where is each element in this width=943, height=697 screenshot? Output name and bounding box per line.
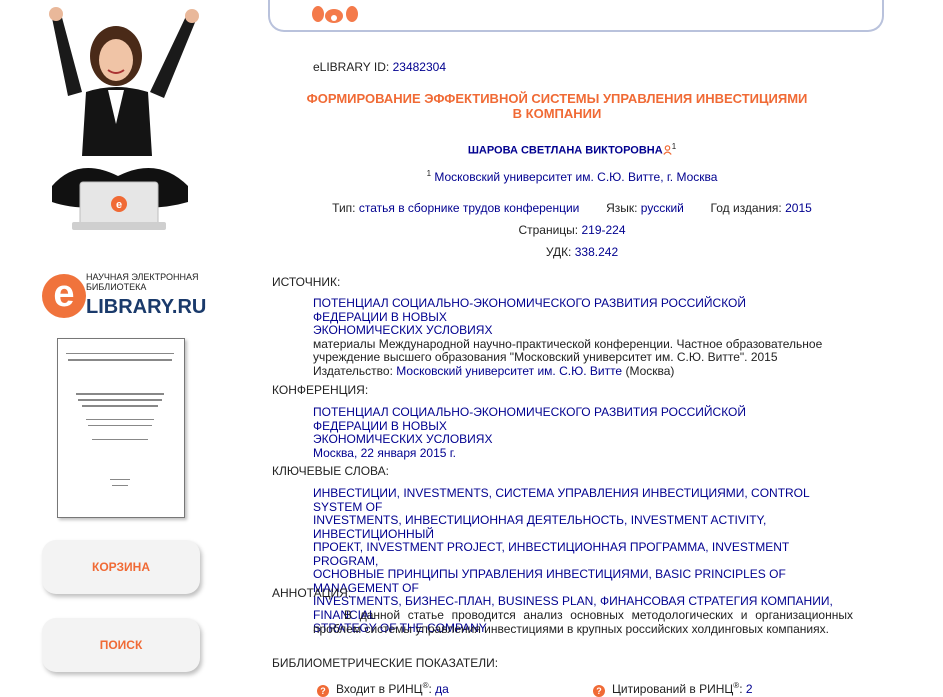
citations-colon: : <box>739 682 743 696</box>
annotation-heading: АННОТАЦИЯ: <box>272 586 352 600</box>
conference-heading: КОНФЕРЕНЦИЯ: <box>272 383 369 397</box>
affiliation-line: 1 Московский университет им. С.Ю. Витте,… <box>272 169 872 184</box>
keywords-heading: КЛЮЧЕВЫЕ СЛОВА: <box>272 464 389 478</box>
pages-line: Страницы: 219-224 <box>272 223 872 237</box>
logo-brand: LIBRARY.RU <box>86 296 207 318</box>
help-icon[interactable]: ? <box>317 685 329 697</box>
source-heading: ИСТОЧНИК: <box>272 275 341 289</box>
flower-icon <box>312 6 358 23</box>
top-banner <box>268 0 884 32</box>
article-meta: Тип: статья в сборнике трудов конференци… <box>272 201 872 215</box>
keywords-line: ПРОЕКТ, INVESTMENT PROJECT, ИНВЕСТИЦИОНН… <box>313 540 790 568</box>
conference-title-line: ПОТЕНЦИАЛ СОЦИАЛЬНО-ЭКОНОМИЧЕСКОГО РАЗВИ… <box>313 405 747 433</box>
conference-title[interactable]: ПОТЕНЦИАЛ СОЦИАЛЬНО-ЭКОНОМИЧЕСКОГО РАЗВИ… <box>313 405 823 447</box>
conference-title-line: ЭКОНОМИЧЕСКИХ УСЛОВИЯХ <box>313 432 493 446</box>
source-title-line: ПОТЕНЦИАЛ СОЦИАЛЬНО-ЭКОНОМИЧЕСКОГО РАЗВИ… <box>313 296 747 324</box>
elibrary-logo[interactable]: e НАУЧНАЯ ЭЛЕКТРОННАЯ БИБЛИОТЕКА LIBRARY… <box>42 270 212 320</box>
publisher-link[interactable]: Московский университет им. С.Ю. Витте <box>396 364 622 378</box>
logo-tagline: НАУЧНАЯ ЭЛЕКТРОННАЯ БИБЛИОТЕКА <box>86 272 199 292</box>
source-description-line: материалы Международной научно-практичес… <box>313 336 823 351</box>
article-title-line: ФОРМИРОВАНИЕ ЭФФЕКТИВНОЙ СИСТЕМЫ УПРАВЛЕ… <box>306 91 808 106</box>
elibrary-id-label: eLIBRARY ID: <box>313 60 390 74</box>
affiliation-link[interactable]: Московский университет им. С.Ю. Витте, г… <box>434 170 717 184</box>
person-icon[interactable] <box>663 144 672 155</box>
logo-e-mark: e <box>42 274 86 318</box>
publisher-city: (Москва) <box>625 363 675 378</box>
language-value: русский <box>640 201 684 215</box>
language-label: Язык: <box>606 201 638 215</box>
author-line: ШАРОВА СВЕТЛАНА ВИКТОРОВНА 1 <box>272 142 872 157</box>
author-affiliation-index: 1 <box>671 142 677 151</box>
rinc-label: Входит в РИНЦ <box>336 682 423 696</box>
conference-block: ПОТЕНЦИАЛ СОЦИАЛЬНО-ЭКОНОМИЧЕСКОГО РАЗВИ… <box>313 405 823 460</box>
rinc-colon: : <box>428 682 432 696</box>
left-sidebar: e e НАУЧНАЯ ЭЛЕКТРОННАЯ БИБЛИОТЕКА LIBRA… <box>0 0 240 695</box>
type-value: статья в сборнике трудов конференции <box>358 201 580 215</box>
book-cover-thumbnail[interactable] <box>57 338 185 518</box>
search-button[interactable]: ПОИСК <box>42 618 200 672</box>
publisher-label: Издательство: <box>313 363 393 378</box>
article-title: ФОРМИРОВАНИЕ ЭФФЕКТИВНОЙ СИСТЕМЫ УПРАВЛЕ… <box>272 91 842 121</box>
bibliometrics-heading: БИБЛИОМЕТРИЧЕСКИЕ ПОКАЗАТЕЛИ: <box>272 656 499 670</box>
udc-line: УДК: 338.242 <box>272 245 892 259</box>
citations-value[interactable]: 2 <box>746 682 753 696</box>
keywords-line: ОСНОВНЫЕ ПРИНЦИПЫ УПРАВЛЕНИЯ ИНВЕСТИЦИЯМ… <box>313 567 786 595</box>
source-title-line: ЭКОНОМИЧЕСКИХ УСЛОВИЯХ <box>313 323 493 337</box>
cart-button[interactable]: КОРЗИНА <box>42 540 200 594</box>
elibrary-id: eLIBRARY ID: 23482304 <box>313 60 446 74</box>
conference-place-date: Москва, 22 января 2015 г. <box>313 445 457 460</box>
year-label: Год издания: <box>710 201 782 215</box>
pages-label: Страницы: <box>518 223 579 237</box>
svg-text:e: e <box>116 199 122 211</box>
publisher-line: Издательство: Московский университет им.… <box>313 363 823 379</box>
affiliation-index: 1 <box>426 169 432 178</box>
hero-illustration: e <box>49 7 199 230</box>
source-description-line: учреждение высшего образования "Московск… <box>313 350 778 364</box>
citations-label: Цитирований в РИНЦ <box>612 682 734 696</box>
source-block: ПОТЕНЦИАЛ СОЦИАЛЬНО-ЭКОНОМИЧЕСКОГО РАЗВИ… <box>313 296 823 379</box>
keywords-line: INVESTMENTS, ИНВЕСТИЦИОННАЯ ДЕЯТЕЛЬНОСТЬ… <box>313 513 767 541</box>
year-value: 2015 <box>785 201 812 215</box>
keywords-line: ИНВЕСТИЦИИ, INVESTMENTS, СИСТЕМА УПРАВЛЕ… <box>313 486 810 514</box>
article-title-line: В КОМПАНИИ <box>512 106 602 121</box>
rinc-value: да <box>435 682 449 696</box>
elibrary-id-value[interactable]: 23482304 <box>393 60 446 74</box>
pages-value: 219-224 <box>581 223 626 237</box>
udc-value: 338.242 <box>574 245 619 259</box>
type-label: Тип: <box>332 201 356 215</box>
help-icon[interactable]: ? <box>593 685 605 697</box>
author-name[interactable]: ШАРОВА СВЕТЛАНА ВИКТОРОВНА <box>468 145 663 157</box>
source-title[interactable]: ПОТЕНЦИАЛ СОЦИАЛЬНО-ЭКОНОМИЧЕСКОГО РАЗВИ… <box>313 296 823 338</box>
udc-label: УДК: <box>545 245 572 259</box>
annotation-text: В данной статье проводится анализ основн… <box>313 608 853 636</box>
